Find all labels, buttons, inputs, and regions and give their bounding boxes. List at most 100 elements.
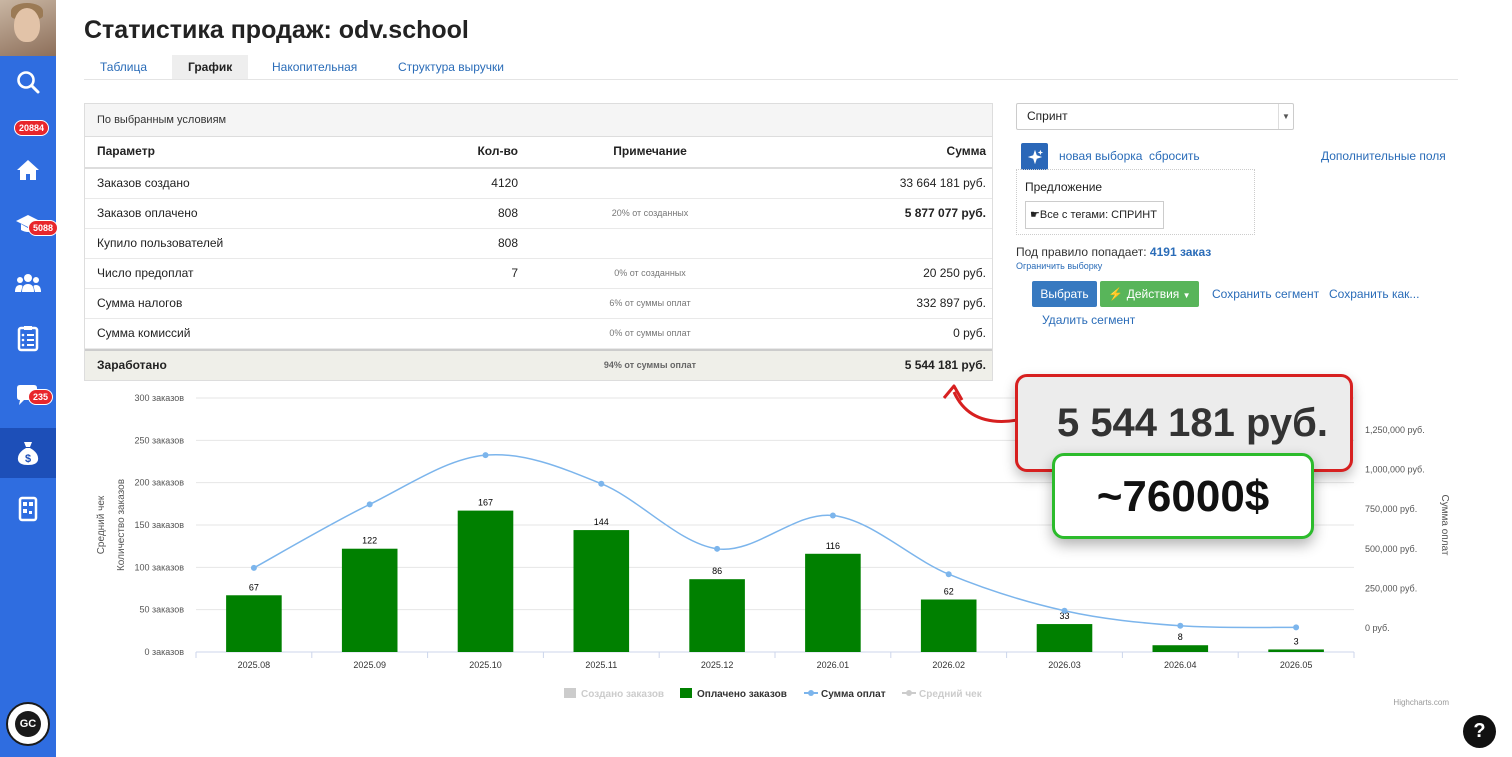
bar-data-label: 8 — [1178, 632, 1183, 642]
line-point — [598, 480, 605, 487]
limit-link[interactable]: Ограничить выборку — [1016, 261, 1102, 271]
table-header: Параметр Кол-во Примечание Сумма — [85, 137, 992, 169]
page-title: Статистика продаж: odv.school — [84, 16, 469, 44]
row-sum: 20 250 руб. — [923, 266, 986, 280]
gc-logo[interactable]: GC — [6, 702, 50, 746]
row-note: 0% от суммы оплат — [609, 328, 691, 338]
segment-select-value: Спринт — [1027, 109, 1068, 123]
x-tick-label: 2025.08 — [238, 660, 271, 670]
x-tick-label: 2025.11 — [585, 660, 617, 670]
new-selection-link[interactable]: новая выборка — [1059, 149, 1142, 163]
help-button[interactable]: ? — [1463, 715, 1496, 748]
callout-sum-text: 5 544 181 руб. — [1056, 401, 1328, 445]
home-icon[interactable] — [0, 148, 56, 192]
y-tick-label-right: 0 руб. — [1365, 623, 1390, 633]
row-note: 6% от суммы оплат — [609, 298, 691, 308]
table-row: Заказов создано 4120 33 664 181 руб. — [85, 169, 992, 199]
sparkle-icon[interactable] — [1021, 143, 1048, 170]
offer-chip[interactable]: ☛Все с тегами: СПРИНТ — [1025, 201, 1164, 229]
y-tick-label-left: 100 заказов — [135, 562, 185, 572]
tab-graph[interactable]: График — [172, 55, 249, 79]
legend-marker — [680, 688, 692, 698]
actions-button[interactable]: ⚡ Действия ▼ — [1100, 281, 1199, 307]
reset-link[interactable]: сбросить — [1149, 149, 1200, 163]
save-as-link[interactable]: Сохранить как... — [1329, 287, 1419, 301]
y-tick-label-right: 250,000 руб. — [1365, 584, 1417, 594]
x-tick-label: 2025.10 — [469, 660, 502, 670]
y-tick-label-left: 200 заказов — [135, 478, 185, 488]
users-icon[interactable] — [0, 261, 56, 305]
row-sum: 33 664 181 руб. — [899, 176, 986, 190]
bar-data-label: 86 — [712, 566, 722, 576]
qr-icon[interactable] — [0, 486, 56, 530]
bar-data-label: 3 — [1294, 636, 1299, 646]
callout-usd: ~76000$ — [1052, 453, 1314, 539]
bar — [805, 553, 861, 652]
bolt-icon: ⚡ — [1108, 287, 1124, 301]
header-sum: Сумма — [946, 144, 986, 158]
legend-marker-dot — [906, 690, 912, 696]
line-point — [1293, 624, 1300, 631]
header-note: Примечание — [613, 144, 687, 158]
row-sum: 332 897 руб. — [916, 296, 986, 310]
save-segment-link[interactable]: Сохранить сегмент — [1212, 287, 1319, 301]
row-count: 808 — [497, 206, 518, 220]
offer-chip-text: Все с тегами: СПРИНТ — [1039, 209, 1157, 221]
legend-item: Создано заказов — [581, 689, 664, 700]
x-tick-label: 2026.03 — [1048, 660, 1081, 670]
legend-item: Сумма оплат — [821, 689, 886, 700]
bar-data-label: 116 — [826, 541, 840, 551]
chevron-down-icon[interactable]: ▼ — [1278, 104, 1293, 129]
y-tick-label-left: 150 заказов — [135, 520, 185, 530]
money-bag-icon[interactable]: $ — [0, 428, 56, 478]
chart-credit: Highcharts.com — [1393, 698, 1449, 707]
select-button[interactable]: Выбрать — [1032, 281, 1097, 307]
notifications-badge[interactable]: 20884 — [14, 120, 50, 136]
caret-down-icon: ▼ — [1182, 291, 1191, 300]
rule-count[interactable]: 4191 заказ — [1150, 245, 1211, 259]
bar — [1268, 649, 1324, 652]
segment-select[interactable]: Спринт ▼ — [1016, 103, 1294, 130]
table-row: Число предоплат 7 0% от созданных 20 250… — [85, 259, 992, 289]
y-tick-label-left: 50 заказов — [140, 605, 185, 615]
stats-table: По выбранным условиям Параметр Кол-во Пр… — [84, 103, 993, 381]
header-count: Кол-во — [477, 144, 518, 158]
rule-text: Под правило попадает: — [1016, 245, 1147, 259]
tabs-bar: Таблица График Накопительная Структура в… — [84, 55, 1458, 80]
row-param: Купило пользователей — [97, 236, 224, 250]
line-point — [1177, 622, 1184, 629]
extra-fields-link[interactable]: Дополнительные поля — [1321, 149, 1446, 163]
legend-item: Оплачено заказов — [697, 689, 787, 700]
line-point — [250, 564, 257, 571]
actions-label: Действия — [1126, 287, 1180, 301]
row-count: 7 — [511, 266, 518, 280]
bar-data-label: 62 — [944, 587, 954, 597]
messages-badge[interactable]: 235 — [28, 389, 54, 405]
y-axis-title-left2: Средний чек — [96, 495, 107, 554]
delete-segment-link[interactable]: Удалить сегмент — [1042, 313, 1135, 327]
avatar[interactable] — [0, 0, 56, 56]
tab-cumulative[interactable]: Накопительная — [256, 55, 373, 79]
line-point — [714, 545, 721, 552]
total-param: Заработано — [97, 358, 167, 372]
checklist-icon[interactable] — [0, 316, 56, 360]
y-tick-label-left: 300 заказов — [135, 393, 185, 403]
tab-table[interactable]: Таблица — [84, 55, 163, 79]
bar-data-label: 67 — [249, 582, 259, 592]
x-tick-label: 2026.04 — [1164, 660, 1197, 670]
courses-badge[interactable]: 5088 — [28, 220, 59, 236]
row-note: 20% от созданных — [611, 208, 689, 218]
y-axis-title-right: Сумма оплат — [1439, 495, 1450, 556]
bar-data-label: 144 — [594, 517, 609, 527]
y-tick-label-right: 1,250,000 руб. — [1365, 425, 1425, 435]
y-tick-label-left: 250 заказов — [135, 435, 185, 445]
row-param: Заказов создано — [97, 176, 190, 190]
legend-marker — [564, 688, 576, 698]
callout-usd-text: ~76000$ — [1096, 472, 1270, 521]
search-icon[interactable] — [0, 60, 56, 104]
table-row: Заказов оплачено 808 20% от созданных 5 … — [85, 199, 992, 229]
table-total-row: Заработано 94% от суммы оплат 5 544 181 … — [85, 349, 992, 380]
stats-caption: По выбранным условиям — [85, 104, 992, 137]
table-row: Сумма налогов 6% от суммы оплат 332 897 … — [85, 289, 992, 319]
tab-revenue-structure[interactable]: Структура выручки — [382, 55, 520, 79]
